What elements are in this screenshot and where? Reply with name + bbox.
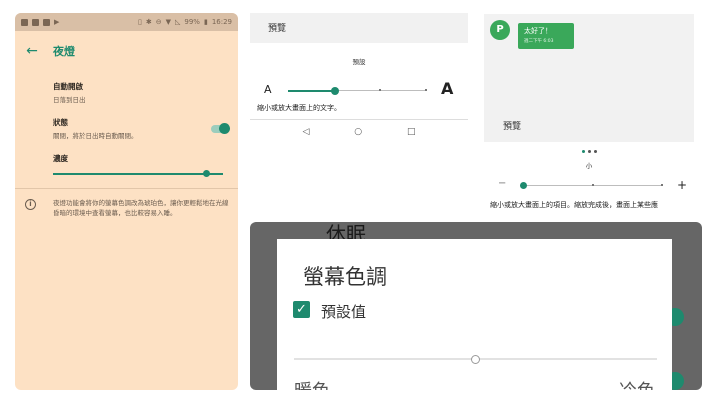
play-store-icon: ▶ <box>54 18 60 26</box>
night-light-toggle[interactable] <box>211 123 230 134</box>
nav-recents-icon[interactable]: □ <box>407 127 416 137</box>
auto-on-setting[interactable]: 自動開啟 日落到日出 <box>53 81 86 104</box>
warm-label: 暖色 <box>294 377 330 390</box>
default-checkbox-label[interactable]: 預設值 <box>321 301 366 322</box>
dnd-icon: ⊖ <box>155 18 162 26</box>
display-size-screen: P 太好了！ 週二下午 6:03 預覽 小 − + 縮小或放大畫面上的項目。縮放… <box>484 14 694 212</box>
battery-icon: ▮ <box>203 18 208 26</box>
large-font-icon[interactable]: A <box>441 79 453 98</box>
font-size-current-label: 預設 <box>352 58 366 66</box>
night-light-screen: ▶ ▯ ✱ ⊖ ▼ ◺ 99% ▮ 16:29 ← 夜燈 自動開啟 日落到日出 … <box>15 13 238 390</box>
auto-on-summary: 日落到日出 <box>53 96 86 104</box>
intensity-slider-thumb[interactable] <box>202 170 210 177</box>
nav-home-icon[interactable]: ○ <box>354 127 362 137</box>
status-title: 狀態 <box>53 118 68 127</box>
back-arrow-icon[interactable]: ← <box>15 43 49 59</box>
font-size-tick <box>379 89 381 91</box>
avatar: P <box>490 20 510 40</box>
display-size-tick <box>592 184 594 186</box>
page-dot <box>588 150 591 153</box>
divider <box>15 188 238 189</box>
display-size-tick <box>661 184 663 186</box>
no-signal-icon: ◺ <box>175 18 181 26</box>
app-bar: ← 夜燈 <box>15 31 238 71</box>
intensity-setting: 濃度 <box>53 153 68 164</box>
divider <box>250 119 468 120</box>
page-indicator <box>582 150 597 153</box>
bluetooth-icon: ✱ <box>145 18 152 26</box>
font-size-slider[interactable]: A A <box>250 79 468 99</box>
preview-header: 預覽 <box>250 13 468 43</box>
dialog-title: 螢幕色調 <box>303 265 387 289</box>
default-checkbox[interactable]: ✓ <box>293 301 310 318</box>
wifi-icon: ▼ <box>165 18 171 26</box>
display-size-caption: 縮小或放大畫面上的項目。縮放完成後，畫面上某些應 <box>490 201 658 209</box>
app-notification-icon <box>21 18 28 26</box>
vibrate-icon: ▯ <box>138 18 142 26</box>
page-title: 夜燈 <box>53 45 75 58</box>
display-size-current-label: 小 <box>585 162 593 170</box>
message-bubble: 太好了！ 週二下午 6:03 <box>518 23 574 49</box>
plus-icon[interactable]: + <box>677 178 687 192</box>
font-size-caption: 縮小或放大畫面上的文字。 <box>257 104 341 112</box>
auto-on-title: 自動開啟 <box>53 82 83 91</box>
cool-label: 冷色 <box>619 377 655 390</box>
font-size-tick <box>425 89 427 91</box>
status-summary: 關閉，將於日出時自動關閉。 <box>53 132 138 140</box>
info-icon: i <box>25 199 36 210</box>
font-size-track-active <box>288 90 334 92</box>
small-font-icon[interactable]: A <box>264 83 272 96</box>
clock: 16:29 <box>211 18 232 26</box>
message-time: 週二下午 6:03 <box>524 39 554 44</box>
intensity-title: 濃度 <box>53 154 68 163</box>
font-size-thumb[interactable] <box>331 87 339 95</box>
night-light-description: 夜燈功能會將你的螢幕色調改為琥珀色，讓你更輕鬆地在光線昏暗的環境中查看螢幕，也比… <box>53 199 229 217</box>
photo-notification-icon <box>43 18 50 26</box>
navigation-bar: ◁ ○ □ <box>250 123 468 141</box>
color-temperature-thumb[interactable] <box>471 355 480 364</box>
minus-icon[interactable]: − <box>498 178 506 189</box>
status-setting[interactable]: 狀態 關閉，將於日出時自動關閉。 <box>53 117 138 140</box>
intensity-slider-track[interactable] <box>53 173 223 175</box>
font-size-screen: 預覽 預設 A A 縮小或放大畫面上的文字。 ◁ ○ □ <box>250 13 468 143</box>
page-dot <box>594 150 597 153</box>
message-text: 太好了！ <box>524 27 552 35</box>
display-size-thumb[interactable] <box>520 182 527 189</box>
chat-preview: P 太好了！ 週二下午 6:03 <box>484 14 694 110</box>
page-dot-active <box>582 150 585 153</box>
preview-header: 預覽 <box>484 110 694 142</box>
nav-back-icon[interactable]: ◁ <box>302 127 309 137</box>
notification-icons: ▶ <box>21 18 59 26</box>
mail-notification-icon <box>32 18 39 26</box>
status-bar: ▶ ▯ ✱ ⊖ ▼ ◺ 99% ▮ 16:29 <box>15 13 238 31</box>
screen-color-dialog: 螢幕色調 ✓ 預設值 暖色 冷色 <box>277 239 672 390</box>
battery-level: 99% <box>184 18 200 26</box>
screen-color-screen: 休眠 螢幕色調 ✓ 預設值 暖色 冷色 <box>250 222 702 390</box>
toggle-knob <box>219 123 230 134</box>
